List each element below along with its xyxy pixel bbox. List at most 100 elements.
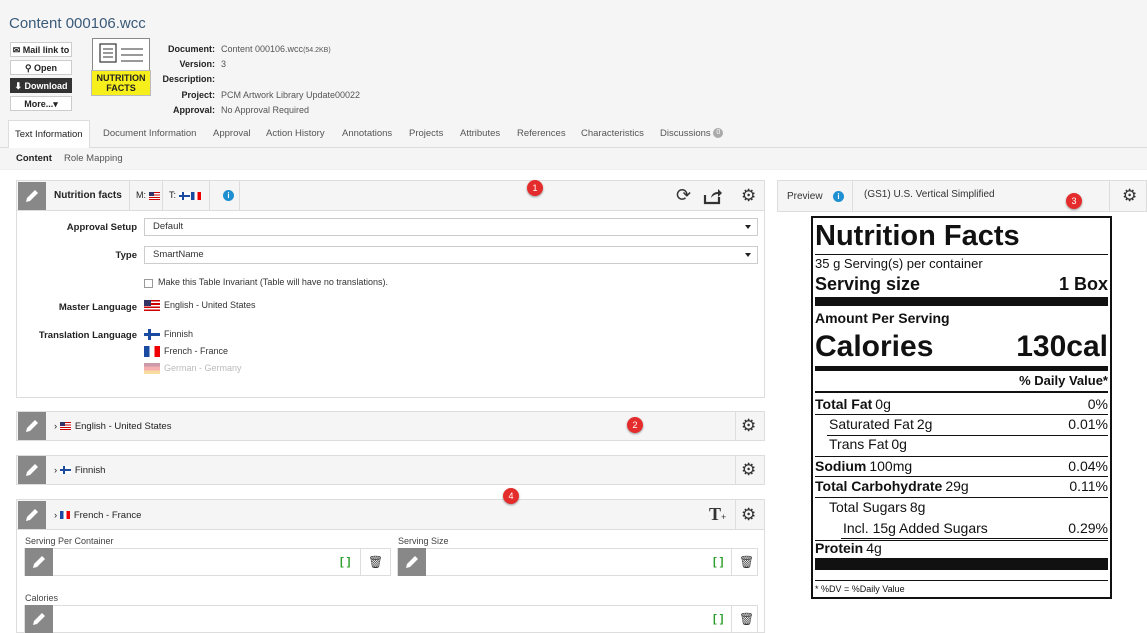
approval-setup-select[interactable]: Default — [144, 218, 758, 236]
trash-icon[interactable]: 🗑 — [739, 555, 754, 569]
open-button[interactable]: ⚲ Open — [10, 60, 72, 75]
nutrition-facts-panel: Nutrition facts M: T: i ⟳ ⚙ Approval Set… — [16, 180, 765, 398]
translation-german: German - Germany — [144, 363, 242, 375]
chevron-down-icon — [745, 225, 751, 229]
french-flag-icon — [190, 191, 201, 200]
gear-icon[interactable]: ⚙ — [741, 461, 756, 478]
invariant-checkbox[interactable] — [144, 279, 153, 288]
gear-icon[interactable]: ⚙ — [741, 417, 756, 434]
info-icon[interactable]: i — [223, 190, 234, 201]
nf-nutrient-row: Total Sugars 8g — [829, 499, 1108, 515]
search-icon: ⚲ — [24, 63, 35, 73]
bracket-icon[interactable]: [ ] — [713, 556, 723, 568]
nf-nutrient-row: Saturated Fat 2g — [829, 416, 1108, 432]
tab-document-information[interactable]: Document Information — [103, 120, 196, 148]
project-value: PCM Artwork Library Update00022 — [221, 89, 361, 100]
info-icon[interactable]: i — [833, 191, 844, 202]
version-value: 3 — [221, 59, 227, 70]
subtab-role-mapping[interactable]: Role Mapping — [64, 148, 123, 170]
tab-characteristics[interactable]: Characteristics — [581, 120, 644, 148]
edit-pencil-button[interactable] — [398, 548, 426, 576]
subtab-content[interactable]: Content — [16, 148, 52, 170]
add-text-icon[interactable]: T+ — [709, 504, 726, 525]
pencil-icon — [33, 556, 45, 568]
edit-pencil-button[interactable] — [25, 548, 53, 576]
nf-nutrient-label: Total Fat — [815, 396, 873, 412]
field-label-calories: Calories — [25, 593, 59, 603]
lang-panel-french: › French - France T+ ⚙ Serving Per Conta… — [16, 499, 765, 633]
callout-1: 1 — [527, 180, 543, 196]
german-flag-icon — [144, 363, 160, 375]
serving-size-input[interactable]: [ ] 🗑 — [397, 548, 758, 576]
nf-nutrient-amount: 100mg — [869, 458, 913, 474]
nf-servings: 35 g Serving(s) per container — [815, 256, 983, 271]
finnish-flag-icon — [178, 191, 190, 200]
serving-per-container-input[interactable]: [ ] 🗑 — [24, 548, 391, 576]
tab-text-information[interactable]: Text Information — [8, 120, 90, 148]
nf-calories-value: 130cal — [1016, 330, 1108, 363]
tab-approval[interactable]: Approval — [213, 120, 251, 148]
tab-attributes[interactable]: Attributes — [460, 120, 500, 148]
download-button[interactable]: ⬇ Download — [10, 78, 72, 93]
edit-pencil-button[interactable] — [25, 605, 53, 633]
finnish-flag-icon — [59, 466, 71, 475]
tab-discussions[interactable]: Discussions 0 — [660, 120, 724, 148]
tab-annotations[interactable]: Annotations — [342, 120, 392, 148]
callout-4: 4 — [503, 488, 519, 504]
finnish-flag-icon — [144, 329, 160, 341]
approval-setup-label: Approval Setup — [66, 222, 137, 233]
nf-nutrient-label: Protein — [815, 540, 864, 556]
thumbnail-label: NUTRITION FACTS — [91, 70, 151, 96]
metadata-values: Content 000106.wcc(54.2KB) 3 PCM Artwork… — [221, 42, 360, 118]
pencil-icon — [26, 464, 38, 476]
export-icon[interactable] — [703, 187, 723, 205]
french-flag-icon — [59, 511, 70, 520]
page-title: Content 000106.wcc — [9, 15, 146, 32]
us-flag-icon — [144, 300, 160, 312]
bracket-icon[interactable]: [ ] — [340, 556, 350, 568]
gear-icon[interactable]: ⚙ — [1122, 187, 1137, 204]
callout-3: 3 — [1066, 193, 1082, 209]
mail-link-button[interactable]: ✉ Mail link to — [10, 42, 72, 57]
document-thumbnail[interactable]: NUTRITION FACTS — [91, 38, 151, 96]
nf-nutrient-amount: 8g — [909, 499, 926, 515]
edit-pencil-button[interactable] — [18, 501, 46, 529]
nf-nutrient-label: Incl. 15g Added Sugars — [843, 520, 988, 536]
type-label: Type — [115, 250, 137, 261]
nf-footnote: * %DV = %Daily Value — [815, 584, 905, 594]
description-value — [221, 72, 360, 87]
edit-pencil-button[interactable] — [18, 456, 46, 484]
nf-daily-value-header: % Daily Value* — [1019, 373, 1108, 388]
more-button[interactable]: More...▾ — [10, 96, 72, 111]
type-select[interactable]: SmartName — [144, 246, 758, 264]
translation-languages-indicator: T: — [169, 190, 205, 200]
lang-panel-english[interactable]: › English - United States ⚙ — [16, 411, 765, 441]
trash-icon[interactable]: 🗑 — [739, 612, 754, 626]
lang-panel-finnish[interactable]: › Finnish ⚙ — [16, 455, 765, 485]
approval-value: No Approval Required — [221, 104, 310, 115]
refresh-icon[interactable]: ⟳ — [676, 186, 691, 204]
tab-action-history[interactable]: Action History — [266, 120, 325, 148]
field-label-serving-per-container: Serving Per Container — [25, 536, 114, 546]
callout-2: 2 — [627, 417, 643, 433]
edit-pencil-button[interactable] — [18, 412, 46, 440]
nf-nutrient-amount: 0g — [875, 396, 891, 412]
nf-nutrient-label: Trans Fat — [829, 436, 889, 452]
translation-language-label: Translation Language — [38, 330, 137, 341]
edit-pencil-button[interactable] — [18, 182, 46, 210]
settings-delete-icon[interactable]: ⚙ — [741, 187, 756, 204]
document-icon — [99, 43, 143, 63]
bracket-icon[interactable]: [ ] — [713, 613, 723, 625]
chevron-down-icon — [745, 253, 751, 257]
translation-french: French - France — [144, 346, 228, 358]
trash-icon[interactable]: 🗑 — [368, 555, 383, 569]
nf-title: Nutrition Facts — [815, 220, 1020, 252]
nf-nutrient-pct: 0.01% — [1068, 416, 1108, 432]
tab-references[interactable]: References — [517, 120, 566, 148]
settings-delete-icon[interactable]: ⚙ — [741, 506, 756, 523]
nf-nutrient-label: Sodium — [815, 458, 867, 474]
tab-projects[interactable]: Projects — [409, 120, 443, 148]
invariant-label: Make this Table Invariant (Table will ha… — [158, 277, 388, 287]
calories-input[interactable]: [ ] 🗑 — [24, 605, 758, 633]
download-icon: ⬇ — [14, 81, 25, 91]
